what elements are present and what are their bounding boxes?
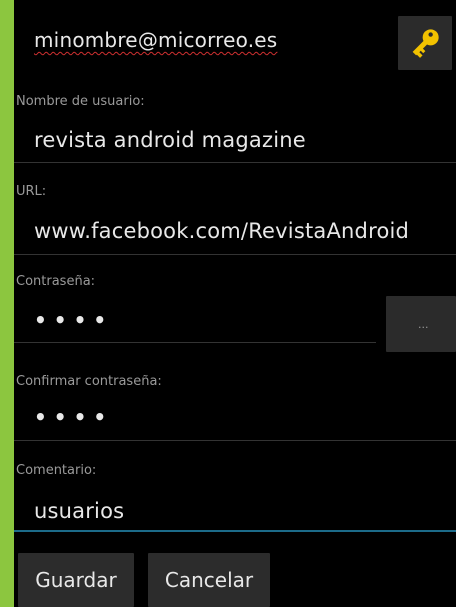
save-button-label: Guardar — [35, 568, 117, 592]
confirm-password-field[interactable]: •••• — [34, 405, 113, 429]
comment-label: Comentario: — [16, 463, 97, 478]
username-field-underline — [14, 162, 456, 163]
url-field-underline — [14, 254, 456, 255]
url-field[interactable]: www.facebook.com/RevistaAndroid — [34, 219, 409, 243]
confirm-password-underline — [14, 440, 456, 441]
email-field[interactable]: minombre@micorreo.es — [34, 28, 277, 52]
save-button[interactable]: Guardar — [18, 553, 134, 607]
username-field[interactable]: revista android magazine — [34, 128, 306, 152]
confirm-password-label: Confirmar contraseña: — [16, 374, 162, 389]
email-field-row: minombre@micorreo.es — [14, 0, 456, 70]
comment-field-focus-underline — [14, 530, 456, 532]
url-label: URL: — [16, 184, 47, 199]
key-button[interactable] — [398, 16, 452, 70]
cancel-button-label: Cancelar — [164, 568, 254, 592]
username-label: Nombre de usuario: — [16, 94, 145, 109]
password-field[interactable]: •••• — [34, 308, 113, 332]
generate-password-label: ... — [418, 318, 429, 331]
key-icon — [412, 29, 439, 58]
password-field-underline — [14, 342, 376, 343]
password-label: Contraseña: — [16, 274, 96, 289]
cancel-button[interactable]: Cancelar — [148, 553, 270, 607]
password-entry-screen: minombre@micorreo.es Nombre de usuario: … — [14, 0, 456, 607]
comment-field[interactable]: usuarios — [34, 499, 124, 523]
generate-password-button[interactable]: ... — [386, 296, 456, 352]
